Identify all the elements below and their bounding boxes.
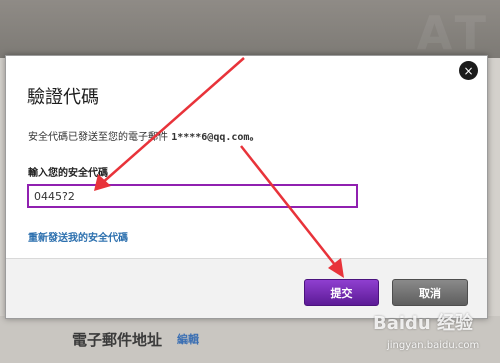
submit-button[interactable]: 提交 bbox=[304, 279, 379, 306]
resend-code-link[interactable]: 重新發送我的安全代碼 bbox=[28, 229, 128, 244]
watermark-url: jingyan.baidu.com bbox=[387, 340, 480, 351]
watermark-logo: Baidu 经验 bbox=[373, 313, 474, 334]
description-text: 安全代碼已發送至您的電子郵件 bbox=[28, 132, 168, 143]
email-section-label: 電子郵件地址 bbox=[72, 331, 163, 349]
masked-email: 1****6@qq.com。 bbox=[171, 132, 260, 143]
code-input-label: 輸入您的安全代碼 bbox=[28, 168, 108, 179]
close-icon[interactable]: × bbox=[459, 61, 478, 80]
header-decoration: AT bbox=[416, 6, 492, 60]
edit-email-link[interactable]: 編輯 bbox=[177, 331, 199, 347]
security-code-input[interactable] bbox=[27, 184, 358, 208]
dialog-description: 安全代碼已發送至您的電子郵件 1****6@qq.com。 bbox=[28, 128, 259, 143]
cancel-button[interactable]: 取消 bbox=[392, 279, 468, 306]
page-header-backdrop: AT bbox=[0, 0, 500, 60]
dialog-title: 驗證代碼 bbox=[27, 87, 99, 108]
